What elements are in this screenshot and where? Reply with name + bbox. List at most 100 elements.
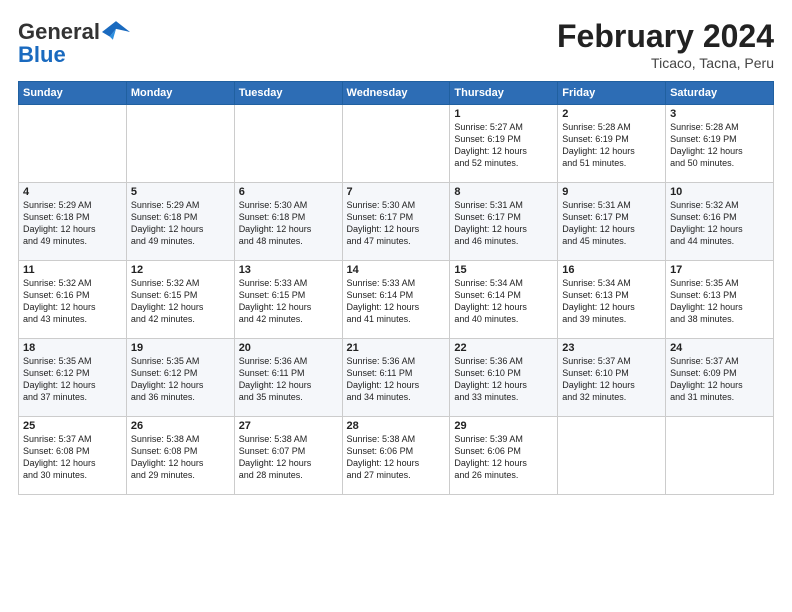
- day-info: Sunrise: 5:38 AM Sunset: 6:06 PM Dayligh…: [347, 433, 446, 482]
- day-number: 28: [347, 420, 446, 432]
- weekday-header-cell: Tuesday: [234, 82, 342, 105]
- calendar-day-cell: 17Sunrise: 5:35 AM Sunset: 6:13 PM Dayli…: [666, 261, 774, 339]
- day-info: Sunrise: 5:28 AM Sunset: 6:19 PM Dayligh…: [670, 121, 769, 170]
- day-number: 14: [347, 264, 446, 276]
- calendar-day-cell: [234, 105, 342, 183]
- day-info: Sunrise: 5:27 AM Sunset: 6:19 PM Dayligh…: [454, 121, 553, 170]
- calendar-day-cell: 18Sunrise: 5:35 AM Sunset: 6:12 PM Dayli…: [19, 339, 127, 417]
- calendar-day-cell: 29Sunrise: 5:39 AM Sunset: 6:06 PM Dayli…: [450, 417, 558, 495]
- day-number: 23: [562, 342, 661, 354]
- day-info: Sunrise: 5:30 AM Sunset: 6:18 PM Dayligh…: [239, 199, 338, 248]
- calendar-day-cell: 1Sunrise: 5:27 AM Sunset: 6:19 PM Daylig…: [450, 105, 558, 183]
- day-info: Sunrise: 5:32 AM Sunset: 6:16 PM Dayligh…: [670, 199, 769, 248]
- day-info: Sunrise: 5:36 AM Sunset: 6:11 PM Dayligh…: [239, 355, 338, 404]
- logo: General Blue: [18, 18, 130, 68]
- day-number: 13: [239, 264, 338, 276]
- weekday-header-cell: Friday: [558, 82, 666, 105]
- calendar-week-row: 11Sunrise: 5:32 AM Sunset: 6:16 PM Dayli…: [19, 261, 774, 339]
- title-block: February 2024 Ticaco, Tacna, Peru: [557, 18, 774, 71]
- calendar-day-cell: 13Sunrise: 5:33 AM Sunset: 6:15 PM Dayli…: [234, 261, 342, 339]
- calendar-day-cell: 11Sunrise: 5:32 AM Sunset: 6:16 PM Dayli…: [19, 261, 127, 339]
- calendar-day-cell: 14Sunrise: 5:33 AM Sunset: 6:14 PM Dayli…: [342, 261, 450, 339]
- weekday-header-cell: Saturday: [666, 82, 774, 105]
- calendar-day-cell: [19, 105, 127, 183]
- calendar-day-cell: 24Sunrise: 5:37 AM Sunset: 6:09 PM Dayli…: [666, 339, 774, 417]
- calendar-day-cell: 23Sunrise: 5:37 AM Sunset: 6:10 PM Dayli…: [558, 339, 666, 417]
- calendar-day-cell: 16Sunrise: 5:34 AM Sunset: 6:13 PM Dayli…: [558, 261, 666, 339]
- day-number: 8: [454, 186, 553, 198]
- calendar-day-cell: 8Sunrise: 5:31 AM Sunset: 6:17 PM Daylig…: [450, 183, 558, 261]
- day-info: Sunrise: 5:28 AM Sunset: 6:19 PM Dayligh…: [562, 121, 661, 170]
- day-info: Sunrise: 5:32 AM Sunset: 6:16 PM Dayligh…: [23, 277, 122, 326]
- day-number: 6: [239, 186, 338, 198]
- calendar-day-cell: [558, 417, 666, 495]
- day-number: 21: [347, 342, 446, 354]
- day-info: Sunrise: 5:38 AM Sunset: 6:07 PM Dayligh…: [239, 433, 338, 482]
- calendar-day-cell: 21Sunrise: 5:36 AM Sunset: 6:11 PM Dayli…: [342, 339, 450, 417]
- day-number: 2: [562, 108, 661, 120]
- calendar-table: SundayMondayTuesdayWednesdayThursdayFrid…: [18, 81, 774, 495]
- day-number: 4: [23, 186, 122, 198]
- day-number: 25: [23, 420, 122, 432]
- day-number: 18: [23, 342, 122, 354]
- day-number: 16: [562, 264, 661, 276]
- calendar-day-cell: 7Sunrise: 5:30 AM Sunset: 6:17 PM Daylig…: [342, 183, 450, 261]
- calendar-day-cell: 9Sunrise: 5:31 AM Sunset: 6:17 PM Daylig…: [558, 183, 666, 261]
- calendar-day-cell: [666, 417, 774, 495]
- day-info: Sunrise: 5:32 AM Sunset: 6:15 PM Dayligh…: [131, 277, 230, 326]
- day-number: 19: [131, 342, 230, 354]
- day-info: Sunrise: 5:31 AM Sunset: 6:17 PM Dayligh…: [562, 199, 661, 248]
- day-info: Sunrise: 5:31 AM Sunset: 6:17 PM Dayligh…: [454, 199, 553, 248]
- calendar-day-cell: [126, 105, 234, 183]
- day-number: 27: [239, 420, 338, 432]
- weekday-header-cell: Monday: [126, 82, 234, 105]
- calendar-day-cell: 2Sunrise: 5:28 AM Sunset: 6:19 PM Daylig…: [558, 105, 666, 183]
- day-info: Sunrise: 5:39 AM Sunset: 6:06 PM Dayligh…: [454, 433, 553, 482]
- calendar-day-cell: 27Sunrise: 5:38 AM Sunset: 6:07 PM Dayli…: [234, 417, 342, 495]
- calendar-day-cell: [342, 105, 450, 183]
- calendar-day-cell: 20Sunrise: 5:36 AM Sunset: 6:11 PM Dayli…: [234, 339, 342, 417]
- day-number: 11: [23, 264, 122, 276]
- day-number: 7: [347, 186, 446, 198]
- day-info: Sunrise: 5:29 AM Sunset: 6:18 PM Dayligh…: [131, 199, 230, 248]
- calendar-body: 1Sunrise: 5:27 AM Sunset: 6:19 PM Daylig…: [19, 105, 774, 495]
- day-info: Sunrise: 5:35 AM Sunset: 6:12 PM Dayligh…: [131, 355, 230, 404]
- calendar-day-cell: 4Sunrise: 5:29 AM Sunset: 6:18 PM Daylig…: [19, 183, 127, 261]
- day-info: Sunrise: 5:37 AM Sunset: 6:10 PM Dayligh…: [562, 355, 661, 404]
- day-number: 22: [454, 342, 553, 354]
- day-info: Sunrise: 5:37 AM Sunset: 6:08 PM Dayligh…: [23, 433, 122, 482]
- calendar-week-row: 1Sunrise: 5:27 AM Sunset: 6:19 PM Daylig…: [19, 105, 774, 183]
- day-number: 3: [670, 108, 769, 120]
- day-number: 9: [562, 186, 661, 198]
- weekday-header-cell: Sunday: [19, 82, 127, 105]
- day-number: 17: [670, 264, 769, 276]
- calendar-day-cell: 28Sunrise: 5:38 AM Sunset: 6:06 PM Dayli…: [342, 417, 450, 495]
- day-number: 5: [131, 186, 230, 198]
- calendar-day-cell: 15Sunrise: 5:34 AM Sunset: 6:14 PM Dayli…: [450, 261, 558, 339]
- weekday-header-row: SundayMondayTuesdayWednesdayThursdayFrid…: [19, 82, 774, 105]
- calendar-day-cell: 6Sunrise: 5:30 AM Sunset: 6:18 PM Daylig…: [234, 183, 342, 261]
- day-info: Sunrise: 5:36 AM Sunset: 6:11 PM Dayligh…: [347, 355, 446, 404]
- day-number: 24: [670, 342, 769, 354]
- day-info: Sunrise: 5:38 AM Sunset: 6:08 PM Dayligh…: [131, 433, 230, 482]
- day-info: Sunrise: 5:35 AM Sunset: 6:13 PM Dayligh…: [670, 277, 769, 326]
- calendar-day-cell: 3Sunrise: 5:28 AM Sunset: 6:19 PM Daylig…: [666, 105, 774, 183]
- calendar-day-cell: 22Sunrise: 5:36 AM Sunset: 6:10 PM Dayli…: [450, 339, 558, 417]
- day-number: 20: [239, 342, 338, 354]
- day-info: Sunrise: 5:34 AM Sunset: 6:13 PM Dayligh…: [562, 277, 661, 326]
- day-info: Sunrise: 5:34 AM Sunset: 6:14 PM Dayligh…: [454, 277, 553, 326]
- day-number: 29: [454, 420, 553, 432]
- day-info: Sunrise: 5:33 AM Sunset: 6:15 PM Dayligh…: [239, 277, 338, 326]
- day-number: 10: [670, 186, 769, 198]
- page-header: General Blue February 2024 Ticaco, Tacna…: [18, 18, 774, 71]
- calendar-week-row: 25Sunrise: 5:37 AM Sunset: 6:08 PM Dayli…: [19, 417, 774, 495]
- weekday-header-cell: Thursday: [450, 82, 558, 105]
- day-number: 26: [131, 420, 230, 432]
- location-title: Ticaco, Tacna, Peru: [557, 55, 774, 71]
- calendar-week-row: 4 Sunrise: 5:29 AM Sunset: 6:18 PM Daylig…: [19, 183, 774, 261]
- calendar-day-cell: 25Sunrise: 5:37 AM Sunset: 6:08 PM Dayli…: [19, 417, 127, 495]
- calendar-day-cell: 26Sunrise: 5:38 AM Sunset: 6:08 PM Dayli…: [126, 417, 234, 495]
- calendar-day-cell: 12Sunrise: 5:32 AM Sunset: 6:15 PM Dayli…: [126, 261, 234, 339]
- logo-bird-icon: [102, 18, 130, 46]
- calendar-day-cell: 19Sunrise: 5:35 AM Sunset: 6:12 PM Dayli…: [126, 339, 234, 417]
